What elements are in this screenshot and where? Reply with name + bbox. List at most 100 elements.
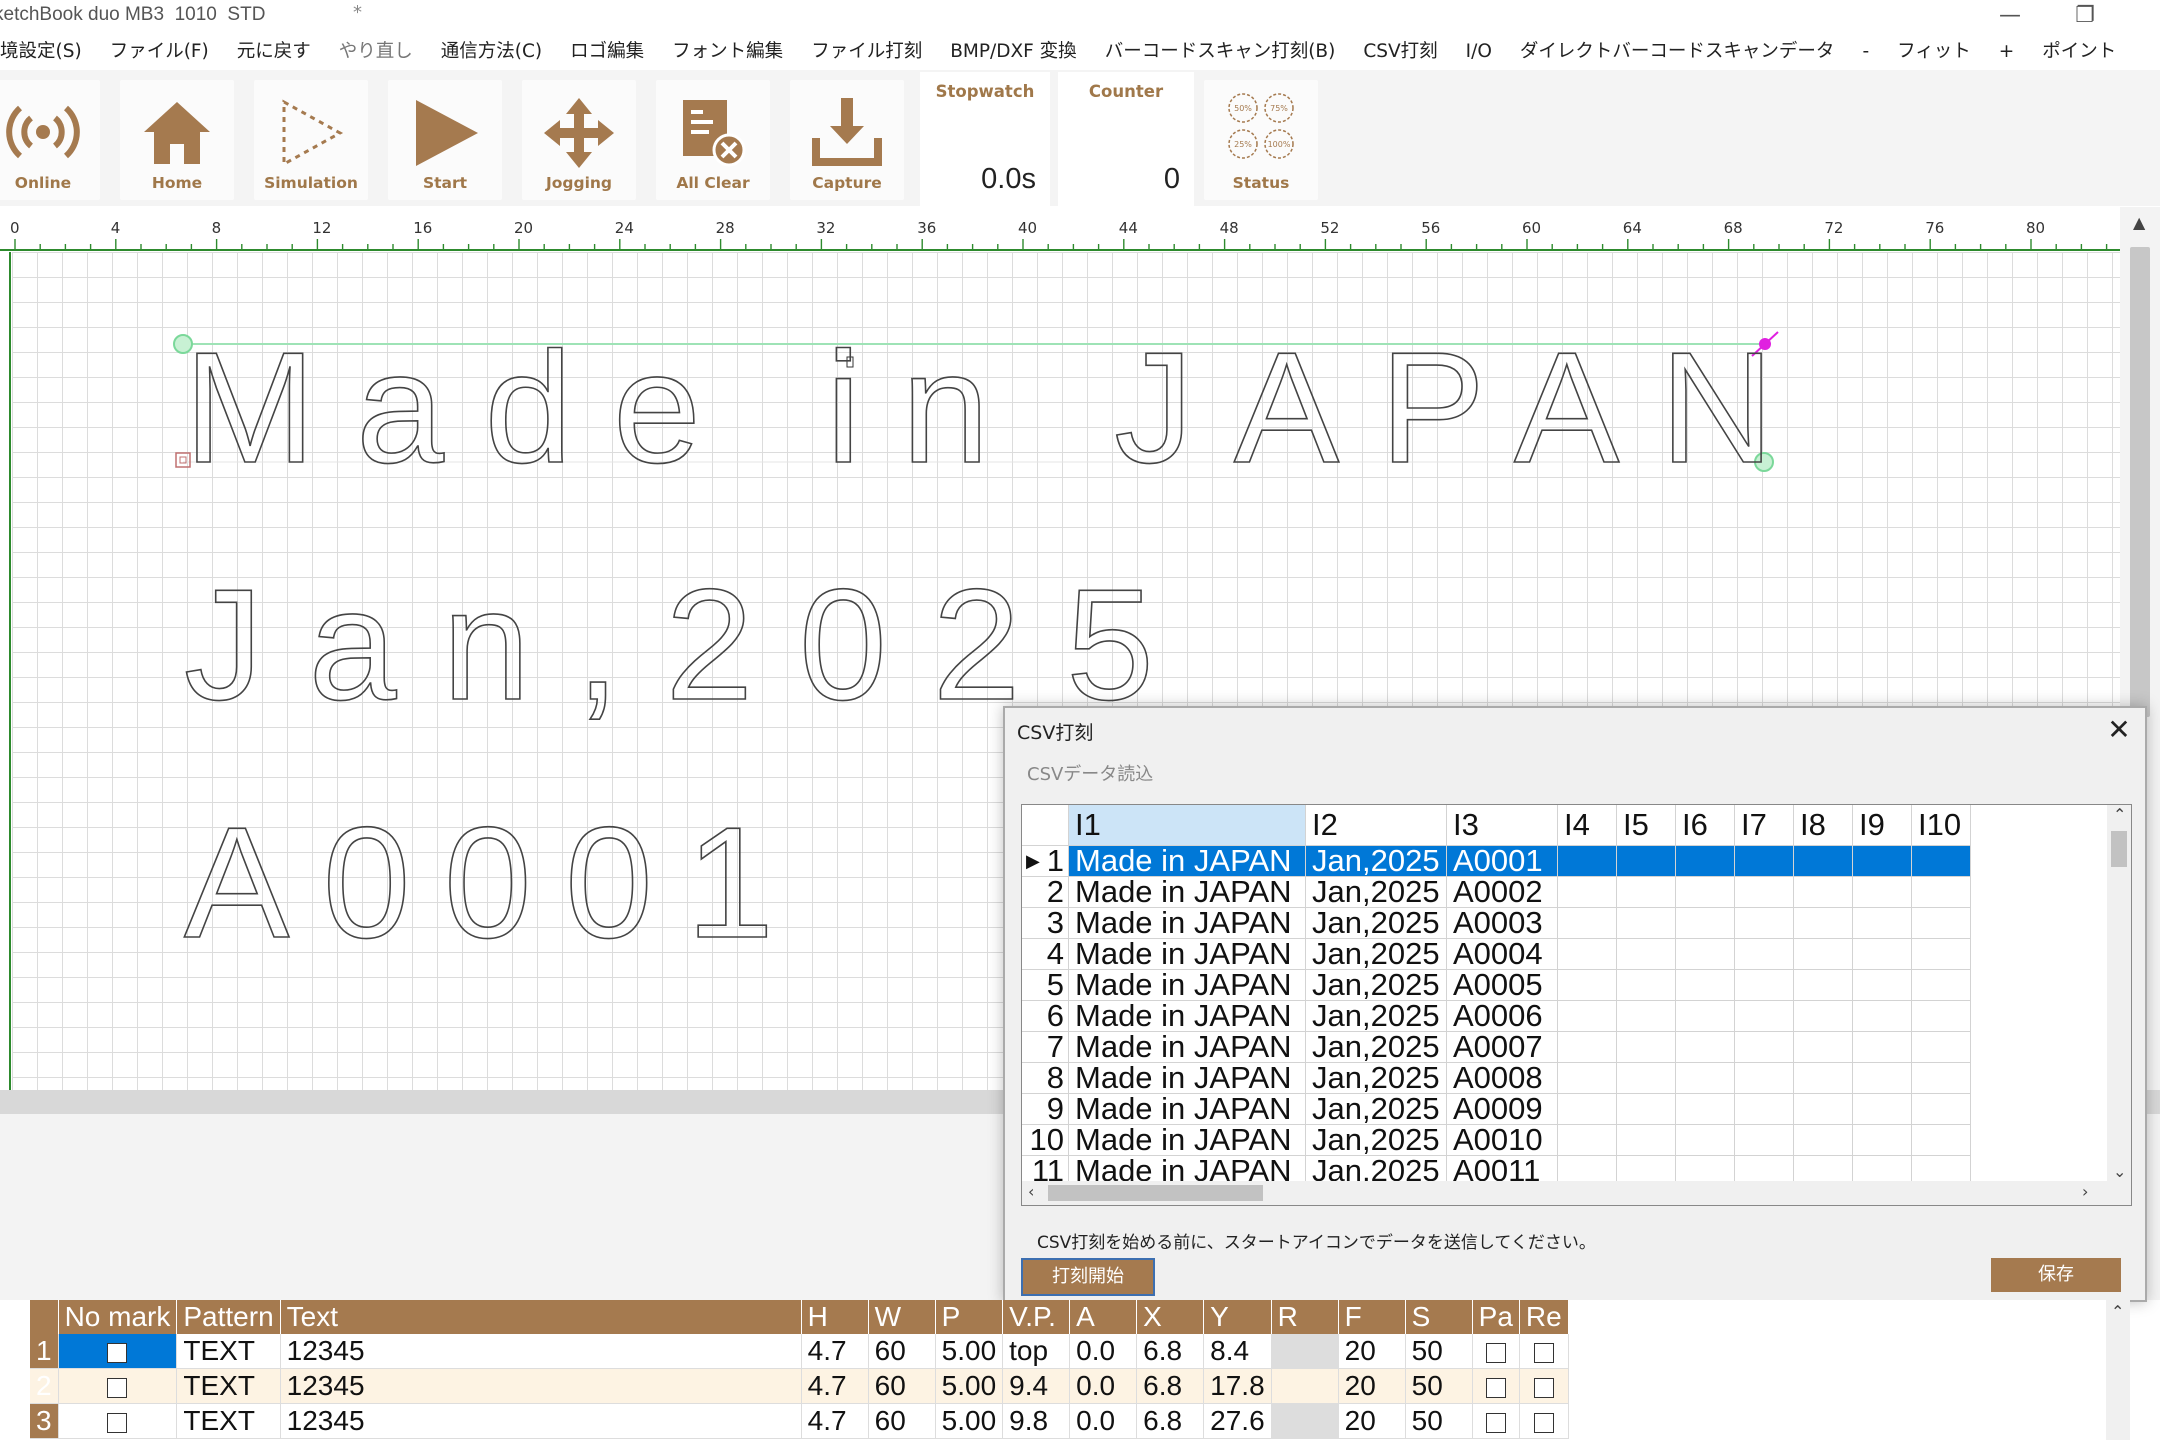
csv-cell[interactable]: Made in JAPAN: [1068, 1000, 1306, 1032]
pattern-cell-pa[interactable]: [1472, 1334, 1520, 1369]
pa-checkbox[interactable]: [1485, 1377, 1506, 1398]
csv-cell[interactable]: [1852, 876, 1912, 908]
csv-cell[interactable]: [1852, 1062, 1912, 1094]
no-mark-cell[interactable]: [58, 1334, 178, 1369]
csv-column-header[interactable]: I4: [1557, 805, 1617, 846]
all-clear-button[interactable]: All Clear: [656, 80, 770, 200]
csv-cell[interactable]: Jan,2025: [1305, 1062, 1447, 1094]
csv-cell[interactable]: A0007: [1446, 1031, 1558, 1063]
marking-text-line1[interactable]: Made in JAPAN: [183, 319, 1775, 497]
simulation-button[interactable]: Simulation: [254, 80, 368, 200]
pattern-cell-s[interactable]: 50: [1405, 1334, 1473, 1369]
pattern-cell-text[interactable]: 12345: [280, 1334, 802, 1369]
pattern-cell-pattern[interactable]: TEXT: [176, 1368, 281, 1404]
pattern-row[interactable]: 1 TEXT 12345 4.7 60 5.00 top 0.0 6.8 8.4 20 50: [30, 1334, 1569, 1369]
restore-button[interactable]: ❐: [2055, 0, 2115, 34]
marking-text-line3[interactable]: A0001: [183, 794, 775, 972]
csv-cell[interactable]: [1793, 1093, 1853, 1125]
pattern-cell-h[interactable]: 4.7: [801, 1334, 869, 1369]
csv-cell[interactable]: [1911, 1093, 1971, 1125]
capture-button[interactable]: Capture: [790, 80, 904, 200]
pattern-column-header[interactable]: S: [1405, 1300, 1473, 1334]
csv-cell[interactable]: [1852, 1000, 1912, 1032]
menu-item[interactable]: フィット: [1883, 37, 1985, 67]
no-mark-checkbox[interactable]: [107, 1377, 128, 1398]
csv-cell[interactable]: [1675, 1000, 1735, 1032]
csv-cell[interactable]: [1557, 938, 1617, 970]
csv-cell[interactable]: Jan,2025: [1305, 907, 1447, 939]
pattern-cell-re[interactable]: [1519, 1368, 1569, 1404]
pattern-cell-a[interactable]: 0.0: [1069, 1403, 1138, 1439]
csv-row[interactable]: 2 Made in JAPAN Jan,2025 A0002: [1022, 876, 1971, 908]
csv-cell[interactable]: Jan,2025: [1305, 938, 1447, 970]
menu-item[interactable]: フォント編集: [658, 37, 797, 67]
csv-cell[interactable]: A0001: [1446, 845, 1558, 877]
pattern-cell-s[interactable]: 50: [1405, 1368, 1473, 1404]
pattern-cell-f[interactable]: 20: [1338, 1368, 1406, 1404]
pattern-cell-r[interactable]: [1271, 1403, 1339, 1439]
no-mark-cell[interactable]: [58, 1368, 178, 1404]
re-checkbox[interactable]: [1533, 1377, 1554, 1398]
csv-cell[interactable]: Jan,2025: [1305, 1000, 1447, 1032]
pattern-column-header[interactable]: R: [1271, 1300, 1339, 1334]
csv-cell[interactable]: [1911, 938, 1971, 970]
csv-cell[interactable]: [1852, 938, 1912, 970]
csv-cell[interactable]: [1616, 938, 1676, 970]
csv-column-header[interactable]: I5: [1616, 805, 1676, 846]
csv-cell[interactable]: A0006: [1446, 1000, 1558, 1032]
menu-item[interactable]: I/O: [1452, 37, 1506, 67]
csv-cell[interactable]: [1557, 1062, 1617, 1094]
csv-cell[interactable]: [1557, 845, 1617, 877]
menu-item[interactable]: やり直し: [325, 37, 427, 67]
csv-cell[interactable]: [1734, 876, 1794, 908]
pattern-cell-pa[interactable]: [1472, 1368, 1520, 1404]
csv-cell[interactable]: [1793, 876, 1853, 908]
csv-cell[interactable]: [1793, 1000, 1853, 1032]
csv-cell[interactable]: [1675, 1031, 1735, 1063]
csv-cell[interactable]: [1616, 845, 1676, 877]
csv-cell[interactable]: [1734, 1093, 1794, 1125]
csv-cell[interactable]: A0005: [1446, 969, 1558, 1001]
pattern-cell-a[interactable]: 0.0: [1069, 1368, 1138, 1404]
csv-cell[interactable]: [1675, 938, 1735, 970]
csv-cell[interactable]: [1616, 1062, 1676, 1094]
scroll-up-icon[interactable]: ▲: [2133, 213, 2145, 232]
pattern-cell-x[interactable]: 6.8: [1136, 1334, 1205, 1369]
csv-cell[interactable]: [1675, 876, 1735, 908]
pattern-column-header[interactable]: P: [935, 1300, 1004, 1334]
menu-item[interactable]: ファイル(F): [96, 37, 223, 67]
csv-cell[interactable]: [1734, 969, 1794, 1001]
pattern-cell-x[interactable]: 6.8: [1136, 1368, 1205, 1404]
pattern-column-header[interactable]: Re: [1519, 1300, 1569, 1334]
csv-column-header[interactable]: I7: [1734, 805, 1794, 846]
csv-cell[interactable]: Jan,2025: [1305, 845, 1447, 877]
save-button[interactable]: 保存: [1991, 1258, 2121, 1292]
pattern-column-header[interactable]: X: [1136, 1300, 1205, 1334]
pattern-cell-w[interactable]: 60: [868, 1368, 936, 1404]
csv-cell[interactable]: Jan,2025: [1305, 876, 1447, 908]
pattern-column-header[interactable]: Pattern: [176, 1300, 281, 1334]
csv-column-header[interactable]: I9: [1852, 805, 1912, 846]
pattern-cell-pa[interactable]: [1472, 1403, 1520, 1439]
csv-cell[interactable]: [1734, 1031, 1794, 1063]
online-button[interactable]: Online: [0, 80, 100, 200]
csv-cell[interactable]: [1557, 1124, 1617, 1156]
csv-cell[interactable]: [1616, 1000, 1676, 1032]
csv-cell[interactable]: [1616, 1124, 1676, 1156]
scroll-up-icon[interactable]: ⌃: [2111, 1302, 2124, 1321]
menu-item[interactable]: 元に戻す: [223, 37, 325, 67]
csv-cell[interactable]: [1734, 845, 1794, 877]
csv-cell[interactable]: [1793, 938, 1853, 970]
csv-row[interactable]: 8 Made in JAPAN Jan,2025 A0008: [1022, 1062, 1971, 1094]
jogging-button[interactable]: Jogging: [522, 80, 636, 200]
csv-cell[interactable]: [1616, 876, 1676, 908]
pattern-cell-w[interactable]: 60: [868, 1403, 936, 1439]
csv-cell[interactable]: [1852, 1093, 1912, 1125]
csv-cell[interactable]: [1616, 1031, 1676, 1063]
pattern-cell-text[interactable]: 12345: [280, 1368, 802, 1404]
csv-cell[interactable]: [1675, 1093, 1735, 1125]
pattern-column-header[interactable]: V.P.: [1002, 1300, 1071, 1334]
scrollbar-thumb[interactable]: [2111, 831, 2127, 867]
csv-cell[interactable]: [1734, 938, 1794, 970]
csv-cell[interactable]: Made in JAPAN: [1068, 969, 1306, 1001]
